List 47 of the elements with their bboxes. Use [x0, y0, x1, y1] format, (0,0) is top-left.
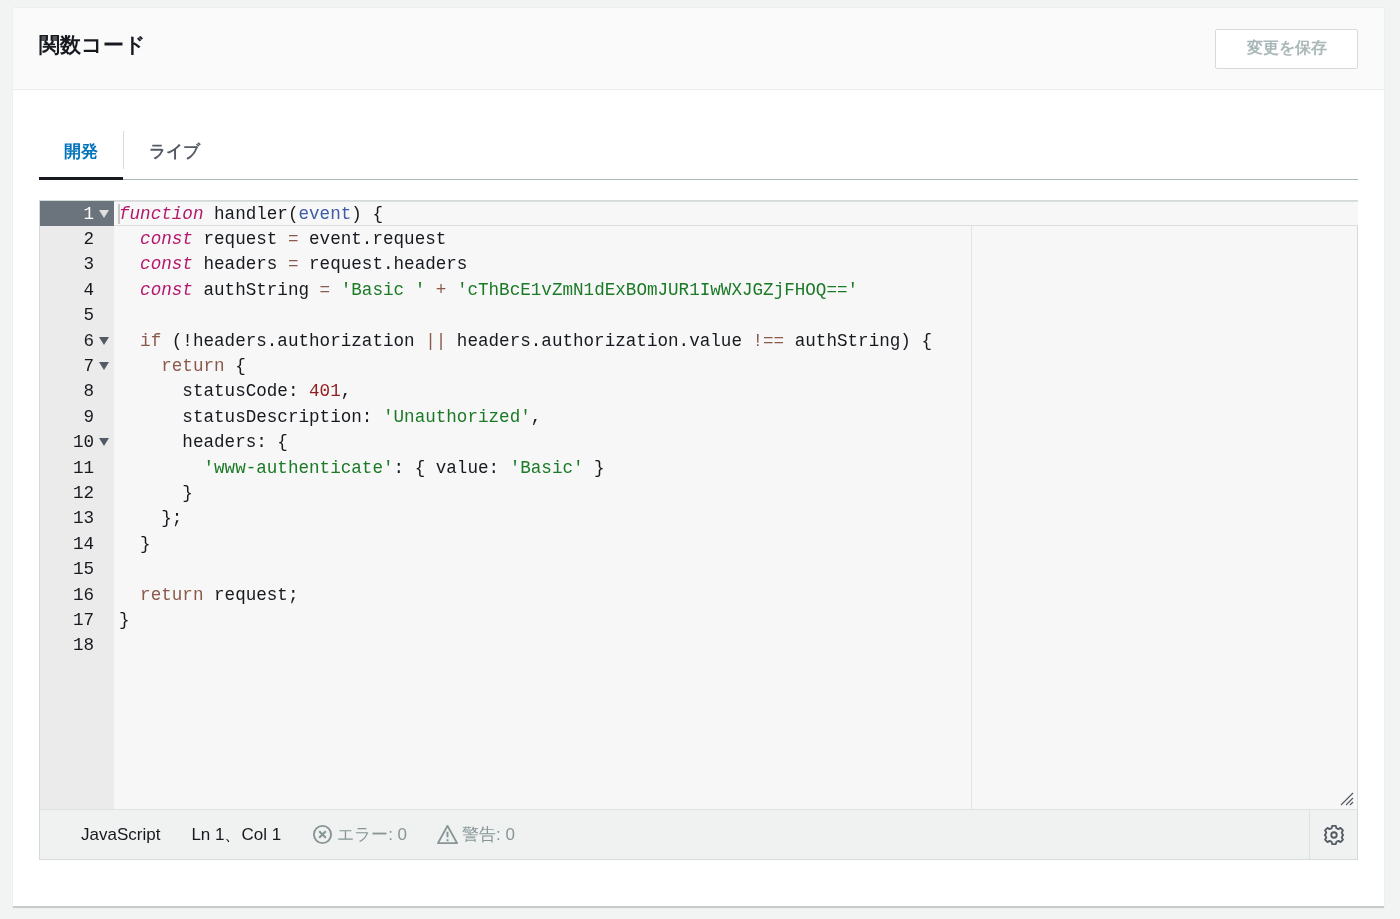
code-line: } [181, 483, 193, 503]
line-number: 10 [40, 429, 114, 455]
line-number: 4 [82, 278, 95, 302]
fold-arrow-icon[interactable] [99, 438, 109, 447]
code-line: headers: { [181, 432, 288, 453]
code-line: }; [160, 508, 183, 529]
line-number: 12 [71, 482, 95, 505]
code-line: const authString = 'Basic ' + 'cThBcE1vZmN1dExBOmJUR1IwWXJGZjFHOQ==' [139, 279, 859, 300]
code-line: const headers = request.headers [139, 254, 468, 275]
code-line: } [119, 609, 130, 630]
line-number: 17 [71, 608, 95, 632]
line-number: 16 [71, 583, 95, 607]
code-line: const request = event.request [139, 229, 447, 250]
code-line: return { [160, 356, 246, 377]
settings-icon[interactable] [1322, 823, 1345, 846]
line-number: 8 [82, 380, 95, 404]
line-number: 14 [71, 532, 95, 556]
line-number: 9 [82, 405, 95, 429]
warning-count: 警告: 0 [462, 824, 515, 846]
line-number: 5 [82, 304, 95, 328]
language-label: JavaScript [81, 824, 161, 845]
line-number: 13 [71, 507, 95, 531]
cursor-position: Ln 1、Col 1 [191, 824, 282, 846]
tab[interactable]: ライブ [124, 125, 225, 180]
code-line: } [139, 533, 151, 554]
fold-arrow-icon[interactable] [99, 336, 109, 345]
code-line: statusCode: 401, [181, 381, 352, 402]
error-icon [312, 824, 334, 845]
line-number: 2 [82, 228, 95, 252]
warning-icon [437, 824, 459, 845]
code-line: return request; [139, 584, 299, 605]
fold-arrow-icon[interactable] [99, 362, 109, 371]
line-number: 3 [82, 253, 95, 277]
line-number: 11 [71, 456, 95, 480]
code-line: if (!headers.authorization || headers.authorization.value !== authString) { [139, 330, 932, 351]
code-line: function handler(event) { [119, 203, 383, 224]
line-number: 18 [71, 634, 95, 658]
resize-grip-icon[interactable] [1340, 792, 1354, 806]
line-number: 6 [40, 327, 114, 354]
line-number: 15 [71, 558, 95, 582]
error-count: エラー: 0 [337, 824, 408, 846]
line-number: 1 [40, 201, 114, 227]
panel-title: 関数コード [39, 31, 146, 58]
line-number: 7 [40, 353, 114, 379]
fold-arrow-icon[interactable] [99, 209, 109, 218]
code-line: 'www-authenticate': { value: 'Basic' } [202, 457, 605, 478]
code-line: statusDescription: 'Unauthorized', [181, 406, 542, 427]
